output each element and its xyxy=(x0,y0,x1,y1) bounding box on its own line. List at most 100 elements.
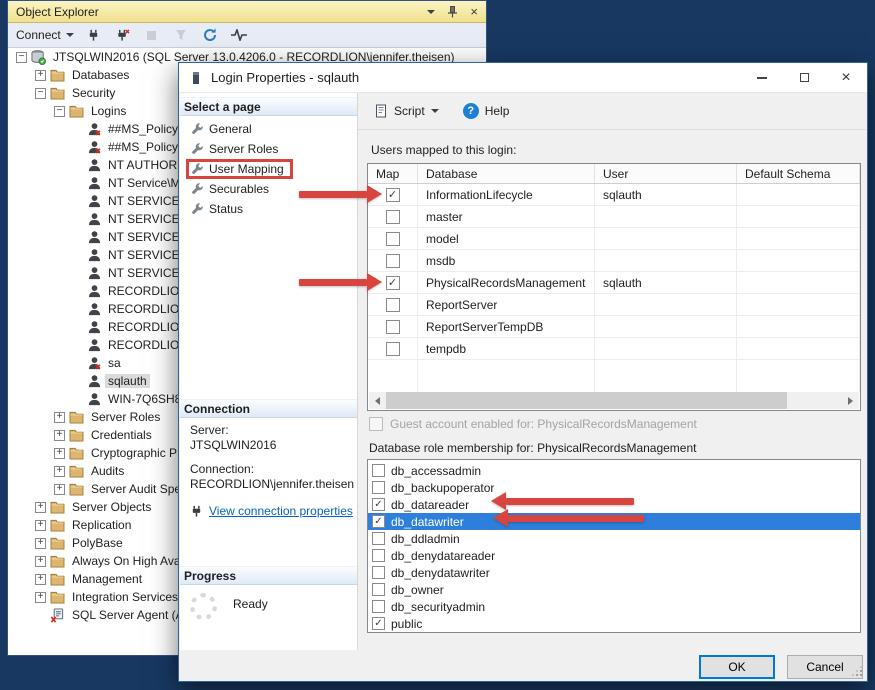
resize-grip[interactable] xyxy=(851,665,863,677)
map-checkbox[interactable] xyxy=(386,232,400,246)
role-row-db-securityadmin[interactable]: db_securityadmin xyxy=(368,598,860,615)
role-checkbox[interactable]: ✓ xyxy=(372,515,385,528)
map-checkbox[interactable] xyxy=(386,210,400,224)
collapse-icon[interactable]: − xyxy=(54,106,65,117)
role-row-public[interactable]: ✓public xyxy=(368,615,860,632)
column-header-default-schema[interactable]: Default Schema xyxy=(737,164,860,183)
expand-icon[interactable]: + xyxy=(35,520,46,531)
role-checkbox[interactable] xyxy=(372,464,385,477)
role-checkbox[interactable] xyxy=(372,583,385,596)
expand-icon[interactable]: + xyxy=(54,430,65,441)
scrollbar-track[interactable] xyxy=(386,392,842,409)
disconnect-plug-icon[interactable] xyxy=(114,26,132,44)
expand-icon[interactable]: + xyxy=(35,574,46,585)
mapping-row-model[interactable]: model xyxy=(368,228,860,250)
activity-monitor-icon[interactable] xyxy=(230,26,248,44)
page-item-securables[interactable]: Securables xyxy=(186,179,278,199)
role-label: db_owner xyxy=(391,583,444,597)
pin-icon[interactable] xyxy=(447,6,458,18)
role-row-db-datareader[interactable]: ✓db_datareader xyxy=(368,496,860,513)
mapping-row-reportservertempdb[interactable]: ReportServerTempDB xyxy=(368,316,860,338)
expand-icon[interactable]: + xyxy=(35,592,46,603)
column-header-database[interactable]: Database xyxy=(418,164,595,183)
folder-icon xyxy=(50,573,65,586)
guest-account-row: Guest account enabled for: PhysicalRecor… xyxy=(369,417,697,431)
map-checkbox[interactable]: ✓ xyxy=(386,188,400,202)
role-checkbox[interactable] xyxy=(372,600,385,613)
role-checkbox[interactable]: ✓ xyxy=(372,617,385,630)
minimize-icon[interactable] xyxy=(741,63,783,92)
page-item-server-roles[interactable]: Server Roles xyxy=(186,139,287,159)
mapping-row-physicalrecordsmanagement[interactable]: ✓PhysicalRecordsManagementsqlauth xyxy=(368,272,860,294)
page-item-general[interactable]: General xyxy=(186,119,261,139)
scroll-left-icon[interactable] xyxy=(369,392,386,409)
role-checkbox[interactable] xyxy=(372,549,385,562)
page-item-status[interactable]: Status xyxy=(186,199,252,219)
window-position-caret-icon[interactable] xyxy=(427,10,435,14)
role-row-db-denydatawriter[interactable]: db_denydatawriter xyxy=(368,564,860,581)
page-item-label: General xyxy=(209,122,252,136)
page-item-label: Status xyxy=(209,202,243,216)
expand-icon[interactable]: + xyxy=(35,70,46,81)
role-checkbox[interactable] xyxy=(372,532,385,545)
role-row-db-ddladmin[interactable]: db_ddladmin xyxy=(368,530,860,547)
view-connection-properties-link[interactable]: View connection properties xyxy=(209,504,353,519)
dialog-icon xyxy=(189,71,203,85)
folder-icon xyxy=(69,411,84,424)
role-membership-label: Database role membership for: PhysicalRe… xyxy=(369,441,697,455)
role-row-db-backupoperator[interactable]: db_backupoperator xyxy=(368,479,860,496)
connect-button[interactable]: Connect xyxy=(16,28,74,42)
column-header-map[interactable]: Map xyxy=(368,164,418,183)
mapping-row-tempdb[interactable]: tempdb xyxy=(368,338,860,360)
map-checkbox[interactable] xyxy=(386,320,400,334)
role-row-db-denydatareader[interactable]: db_denydatareader xyxy=(368,547,860,564)
role-row-db-accessadmin[interactable]: db_accessadmin xyxy=(368,462,860,479)
map-checkbox[interactable]: ✓ xyxy=(386,276,400,290)
page-item-user-mapping[interactable]: User Mapping xyxy=(186,159,293,179)
scrollbar-thumb[interactable] xyxy=(386,392,787,409)
close-icon[interactable]: × xyxy=(825,63,867,92)
mapping-row-informationlifecycle[interactable]: ✓InformationLifecyclesqlauth xyxy=(368,184,860,206)
tree-item-label: NT SERVICE\ xyxy=(105,266,186,280)
expand-icon[interactable]: + xyxy=(35,556,46,567)
connection-properties-plug-icon xyxy=(190,505,203,518)
connect-plug-icon[interactable] xyxy=(85,26,103,44)
expand-icon[interactable]: + xyxy=(54,466,65,477)
default-schema-cell xyxy=(737,206,860,227)
expand-icon[interactable]: + xyxy=(35,502,46,513)
collapse-icon[interactable]: − xyxy=(35,88,46,99)
role-row-db-owner[interactable]: db_owner xyxy=(368,581,860,598)
role-checkbox[interactable]: ✓ xyxy=(372,498,385,511)
expand-icon[interactable]: + xyxy=(54,484,65,495)
tree-item-label: NT SERVICE\ xyxy=(105,248,186,262)
mapping-row-reportserver[interactable]: ReportServer xyxy=(368,294,860,316)
role-row-db-datawriter[interactable]: ✓db_datawriter xyxy=(368,513,860,530)
user-cell: sqlauth xyxy=(595,184,737,205)
scroll-right-icon[interactable] xyxy=(842,392,859,409)
help-button[interactable]: ? Help xyxy=(459,101,514,121)
column-header-user[interactable]: User xyxy=(595,164,737,183)
mapping-row-msdb[interactable]: msdb xyxy=(368,250,860,272)
horizontal-scrollbar[interactable] xyxy=(369,392,859,409)
mapping-row-master[interactable]: master xyxy=(368,206,860,228)
dialog-titlebar: Login Properties - sqlauth × xyxy=(179,63,867,93)
expand-icon[interactable]: + xyxy=(54,412,65,423)
user-cell xyxy=(595,338,737,359)
map-checkbox[interactable] xyxy=(386,254,400,268)
map-checkbox[interactable] xyxy=(386,298,400,312)
role-checkbox[interactable] xyxy=(372,481,385,494)
user-icon xyxy=(88,212,101,226)
close-icon[interactable]: × xyxy=(470,5,478,18)
database-cell: model xyxy=(418,228,595,249)
collapse-icon[interactable]: − xyxy=(16,52,27,63)
refresh-icon[interactable] xyxy=(201,26,219,44)
ok-button[interactable]: OK xyxy=(699,655,775,679)
maximize-icon[interactable] xyxy=(783,63,825,92)
expand-icon[interactable]: + xyxy=(35,538,46,549)
map-checkbox[interactable] xyxy=(386,342,400,356)
script-button[interactable]: Script xyxy=(370,102,443,120)
expand-icon[interactable]: + xyxy=(54,448,65,459)
role-checkbox[interactable] xyxy=(372,566,385,579)
folder-icon xyxy=(50,501,65,514)
folder-icon xyxy=(69,465,84,478)
